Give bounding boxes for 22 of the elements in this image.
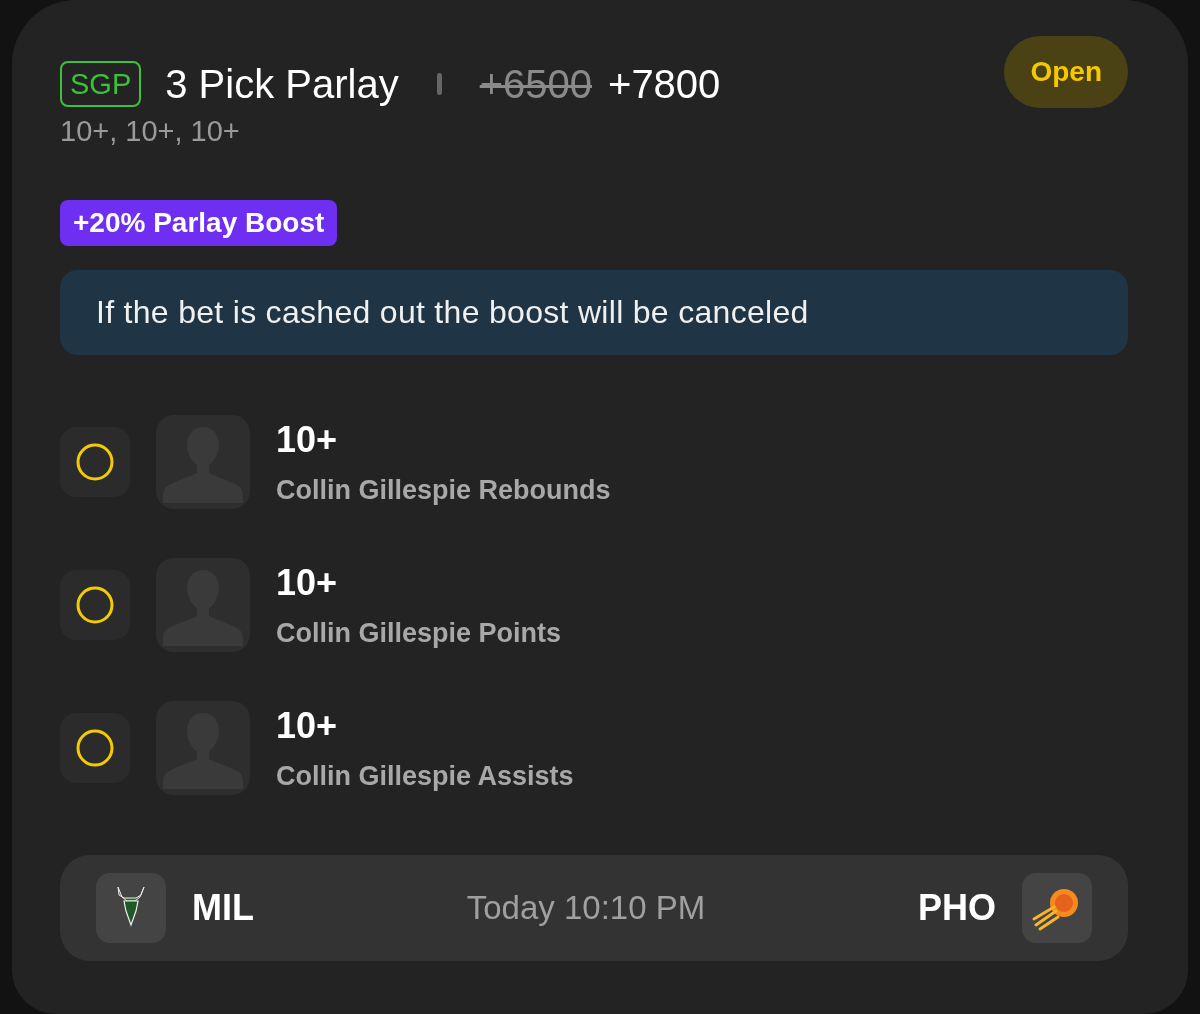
leg-market: Collin Gillespie Points <box>276 617 562 649</box>
leg-line: 10+ <box>276 704 339 747</box>
circle-icon <box>75 442 115 482</box>
away-team: MIL <box>192 887 254 929</box>
status-badge: Open <box>1004 36 1128 108</box>
sgp-tag: SGP <box>60 61 142 107</box>
boost-notice: If the bet is cashed out the boost will be canceled <box>60 270 1128 355</box>
picks-summary: 10+, 10+, 10+ <box>60 115 241 148</box>
divider <box>436 73 442 95</box>
circle-icon <box>75 728 115 768</box>
game-time: Today 10:10 PM <box>466 889 706 927</box>
original-odds: +6500 <box>479 61 592 107</box>
leg-line: 10+ <box>276 418 339 461</box>
boosted-odds: +7800 <box>608 61 721 107</box>
bet-title: 3 Pick Parlay <box>165 61 399 107</box>
boost-badge: +20% Parlay Boost <box>60 200 338 246</box>
sun-ball-logo-icon <box>1022 873 1092 943</box>
leg-market: Collin Gillespie Assists <box>276 760 574 792</box>
home-team: PHO <box>917 887 996 929</box>
leg-line: 10+ <box>276 561 339 604</box>
leg-market: Collin Gillespie Rebounds <box>276 474 611 506</box>
circle-icon <box>75 585 115 625</box>
